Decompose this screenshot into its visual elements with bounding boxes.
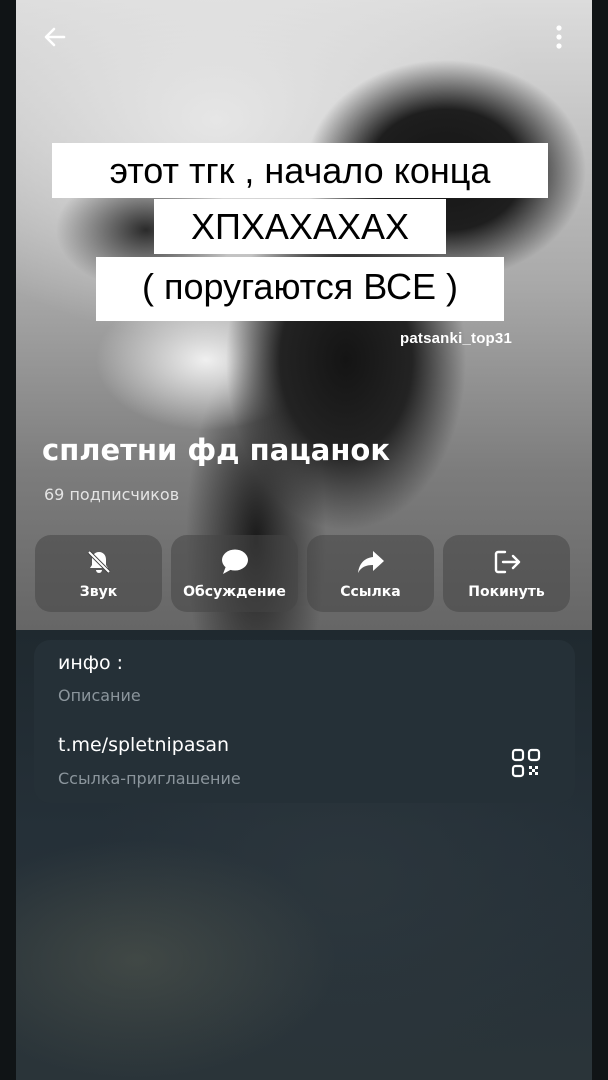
bell-muted-icon (84, 548, 114, 576)
right-edge (592, 0, 608, 1080)
share-link-label: Ссылка (340, 583, 401, 600)
channel-info-card: инфо : Описание t.me/spletnipasan Ссылка… (34, 640, 575, 803)
leave-label: Покинуть (468, 583, 545, 600)
chat-bubble-icon (220, 548, 250, 576)
qr-code-icon (511, 748, 541, 778)
action-buttons: Звук Обсуждение Ссылка Покинуть (35, 535, 570, 612)
caption-line-1: этот тгк , начало конца (52, 143, 548, 198)
top-bar (16, 0, 592, 72)
invite-link-value[interactable]: t.me/spletnipasan (58, 734, 229, 756)
leave-button[interactable]: Покинуть (443, 535, 570, 612)
discussion-button[interactable]: Обсуждение (171, 535, 298, 612)
invite-link-label: Ссылка-приглашение (58, 769, 241, 788)
mute-label: Звук (79, 583, 118, 600)
arrow-left-icon (44, 27, 66, 47)
caption-line-3: ( поругаются ВСЕ ) (96, 257, 504, 321)
description-value[interactable]: инфо : (58, 652, 123, 674)
discussion-label: Обсуждение (183, 583, 286, 600)
left-edge (0, 0, 16, 1080)
description-label: Описание (58, 686, 141, 705)
back-button[interactable] (38, 20, 72, 54)
more-menu-button[interactable] (544, 20, 574, 54)
mute-button[interactable]: Звук (35, 535, 162, 612)
subscriber-count: 69 подписчиков (44, 485, 180, 504)
watermark-username: patsanki_top31 (400, 330, 513, 347)
leave-icon (492, 548, 522, 576)
share-arrow-icon (356, 548, 386, 576)
share-link-button[interactable]: Ссылка (307, 535, 434, 612)
channel-title: сплетни фд пацанок (42, 433, 390, 467)
qr-code-button[interactable] (511, 748, 541, 778)
screen: этот тгк , начало конца ХПХАХАХАХ ( пору… (0, 0, 608, 1080)
caption-line-2: ХПХАХАХАХ (154, 199, 446, 254)
more-vertical-icon (556, 25, 562, 49)
